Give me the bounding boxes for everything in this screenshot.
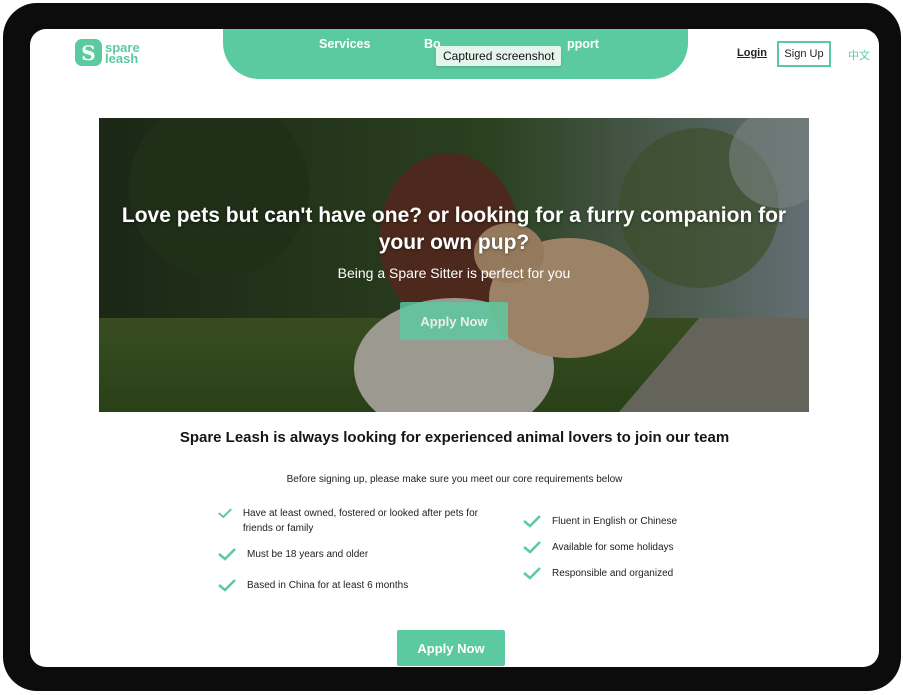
requirement-text: Based in China for at least 6 months (247, 580, 409, 591)
brand-logo[interactable]: S spare leash (75, 39, 140, 66)
requirement-item: Have at least owned, fostered or looked … (217, 506, 487, 536)
login-link[interactable]: Login (737, 47, 767, 59)
requirement-item: Fluent in English or Chinese (522, 514, 742, 529)
hero-title: Love pets but can't have one? or looking… (121, 204, 787, 254)
logo-line-2: leash (105, 50, 139, 66)
checkmark-icon (217, 508, 232, 519)
recruitment-headline: Spare Leash is always looking for experi… (179, 429, 730, 446)
checkmark-icon (523, 515, 541, 528)
checkmark-icon (523, 567, 541, 580)
logo-icon: S (75, 39, 102, 66)
requirement-text: Responsible and organized (552, 568, 674, 579)
requirement-text: Available for some holidays (552, 542, 674, 553)
requirement-item: Available for some holidays (522, 540, 742, 555)
hero-subtitle: Being a Spare Sitter is perfect for you (337, 265, 571, 281)
logo-wordmark: spare leash (105, 41, 140, 66)
requirement-text: Fluent in English or Chinese (552, 516, 678, 527)
language-toggle[interactable]: 中文 (848, 47, 870, 63)
nav-link-services[interactable]: Services (319, 37, 370, 51)
requirement-text: Have at least owned, fostered or looked … (242, 508, 478, 534)
signup-button[interactable]: Sign Up (777, 41, 831, 67)
apply-now-button[interactable]: Apply Now (397, 630, 505, 666)
checkmark-icon (523, 541, 541, 554)
requirements-intro: Before signing up, please make sure you … (286, 474, 623, 485)
hero-apply-button[interactable]: Apply Now (400, 302, 508, 340)
browser-viewport: S spare leash Services Bo pport Captured… (30, 29, 879, 667)
requirement-text: Must be 18 years and older (247, 549, 369, 560)
requirement-item: Must be 18 years and older (217, 547, 487, 562)
requirement-item: Based in China for at least 6 months (217, 578, 487, 593)
device-frame: S spare leash Services Bo pport Captured… (3, 3, 901, 691)
requirement-item: Responsible and organized (522, 566, 742, 581)
checkmark-icon (218, 548, 236, 561)
hero-banner: Love pets but can't have one? or looking… (99, 118, 809, 412)
screenshot-tooltip: Captured screenshot (436, 46, 562, 66)
checkmark-icon (218, 579, 236, 592)
nav-link-support[interactable]: pport (567, 37, 599, 51)
